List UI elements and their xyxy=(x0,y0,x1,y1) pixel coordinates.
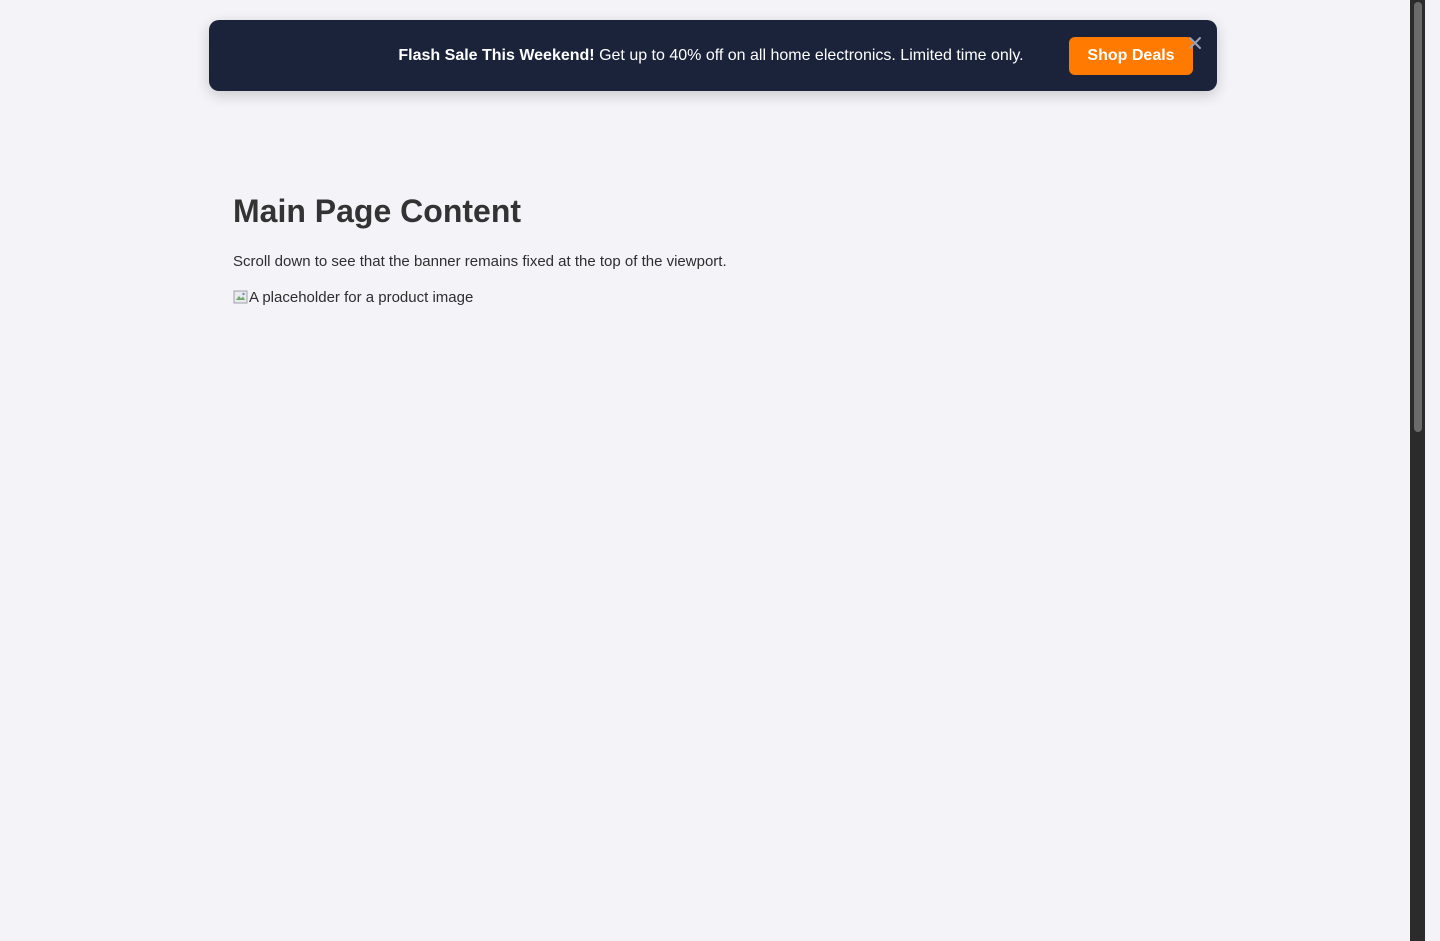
scrollbar-thumb[interactable] xyxy=(1414,2,1422,432)
vertical-scrollbar[interactable] xyxy=(1410,0,1425,941)
promo-banner: Flash Sale This Weekend! Get up to 40% o… xyxy=(209,20,1217,91)
shop-deals-button[interactable]: Shop Deals xyxy=(1069,37,1193,75)
image-alt-text: A placeholder for a product image xyxy=(249,288,474,306)
page-title: Main Page Content xyxy=(233,193,522,229)
banner-message: Flash Sale This Weekend! Get up to 40% o… xyxy=(209,20,1217,91)
close-icon xyxy=(1189,37,1201,49)
broken-image-icon xyxy=(233,290,248,304)
page: Flash Sale This Weekend! Get up to 40% o… xyxy=(0,0,1425,941)
product-image-placeholder: A placeholder for a product image xyxy=(233,287,1133,307)
banner-headline: Flash Sale This Weekend! xyxy=(398,47,595,64)
close-banner-button[interactable] xyxy=(1184,32,1206,54)
banner-text: Get up to 40% off on all home electronic… xyxy=(599,47,1024,64)
page-description: Scroll down to see that the banner remai… xyxy=(233,253,727,270)
main-content: Main Page Content Scroll down to see tha… xyxy=(233,190,1133,307)
